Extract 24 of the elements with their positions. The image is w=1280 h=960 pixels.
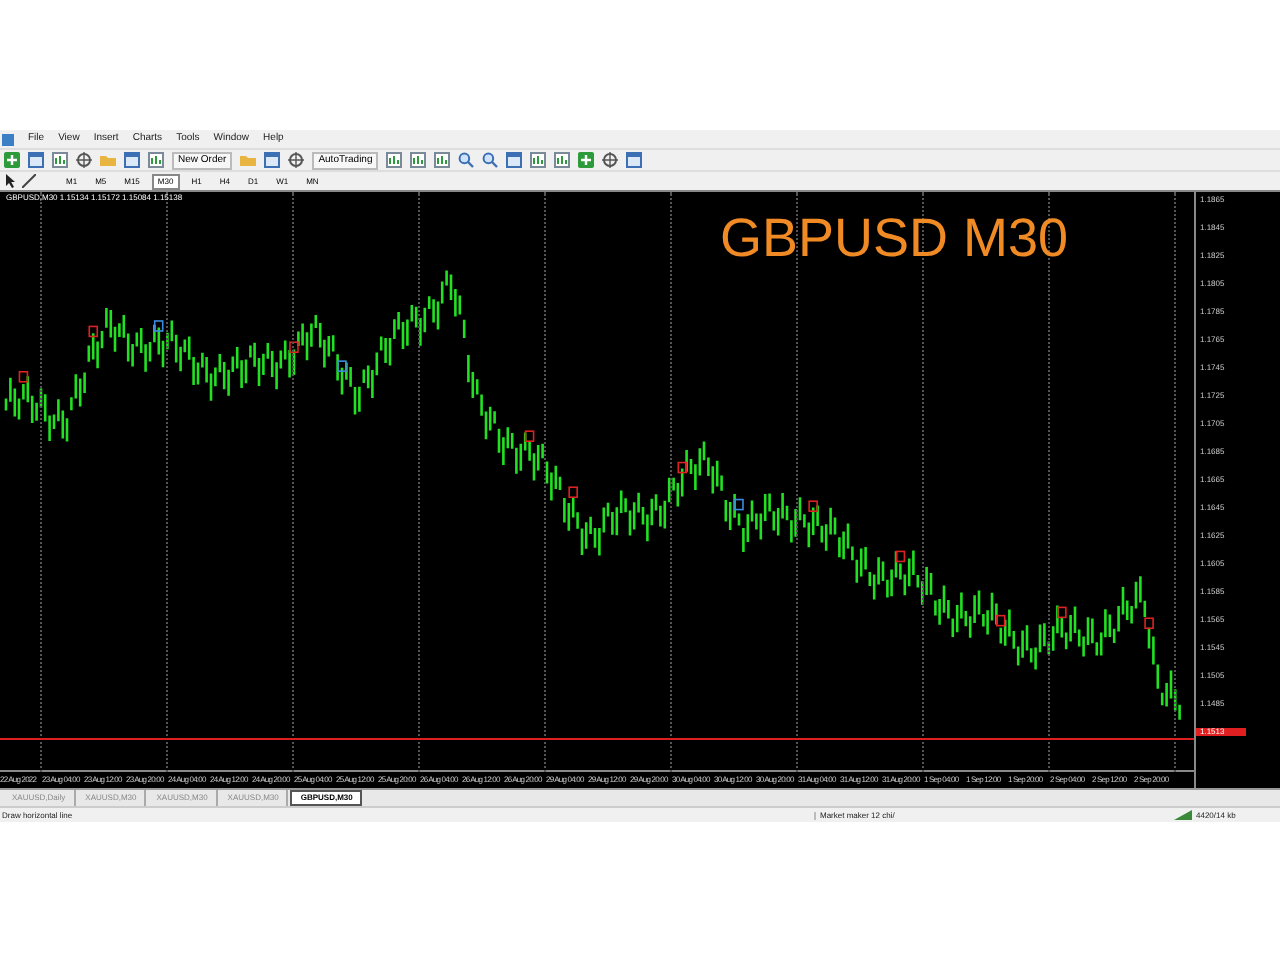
zoom-icon[interactable]	[482, 152, 499, 168]
chart-icon[interactable]	[386, 152, 403, 168]
chart-icon[interactable]	[530, 152, 547, 168]
crosshair-icon[interactable]	[288, 152, 305, 168]
cursor-icon[interactable]	[4, 174, 16, 188]
window-icon[interactable]	[124, 152, 140, 168]
zoom-icon[interactable]	[458, 152, 475, 168]
window-icon[interactable]	[28, 152, 44, 168]
line-tool-icon[interactable]	[22, 174, 36, 188]
chart-title: GBPUSD M30	[720, 212, 1069, 266]
chart-icon[interactable]	[52, 152, 68, 168]
connection-icon	[1174, 810, 1192, 820]
chart-icon[interactable]	[554, 152, 571, 168]
chart-icon[interactable]	[410, 152, 427, 168]
plus-icon[interactable]	[4, 152, 20, 168]
crosshair-icon[interactable]	[602, 152, 619, 168]
window-icon[interactable]	[506, 152, 523, 168]
window-icon[interactable]	[626, 152, 643, 168]
app-icon	[2, 133, 14, 145]
window-icon[interactable]	[264, 152, 281, 168]
chart-icon[interactable]	[148, 152, 164, 168]
chart-icon[interactable]	[434, 152, 451, 168]
crosshair-icon[interactable]	[76, 152, 92, 168]
plus-icon[interactable]	[578, 152, 595, 168]
